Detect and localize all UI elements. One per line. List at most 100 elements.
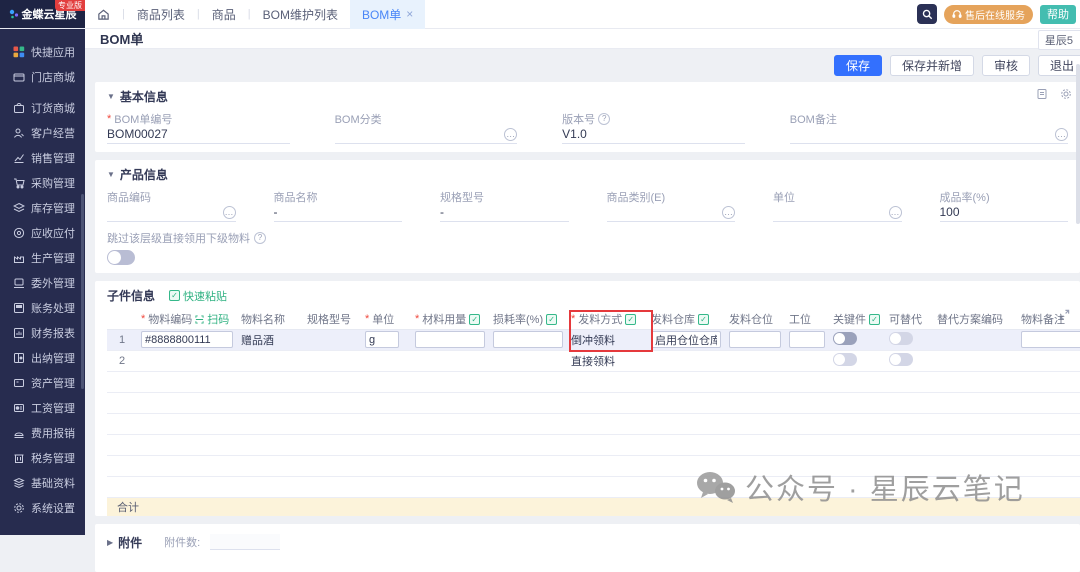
- key-part-toggle[interactable]: [833, 353, 857, 366]
- sidebar-item-base-data[interactable]: 基础资料: [0, 470, 85, 495]
- unit-input[interactable]: [365, 331, 399, 348]
- sidebar-item-outsourcing[interactable]: 委外管理: [0, 270, 85, 295]
- empty-cell: [725, 434, 785, 455]
- bom-remark-input[interactable]: …: [790, 126, 1068, 144]
- empty-cell: [725, 476, 785, 497]
- empty-cell: [1017, 455, 1080, 476]
- sidebar-item-sales[interactable]: 销售管理: [0, 145, 85, 170]
- lookup-icon[interactable]: …: [223, 206, 236, 219]
- batch-fill-icon[interactable]: ✓: [698, 314, 709, 325]
- bom-category-input[interactable]: …: [335, 126, 518, 144]
- tab-close-icon[interactable]: ×: [406, 7, 413, 21]
- lookup-icon[interactable]: …: [1055, 128, 1068, 141]
- substitutable-toggle[interactable]: [889, 353, 913, 366]
- empty-cell: [107, 371, 137, 392]
- content-scrollbar[interactable]: [1076, 64, 1080, 224]
- goods-code-input[interactable]: …: [107, 204, 236, 222]
- field-value: BOM00027: [107, 127, 168, 141]
- material-remark-input[interactable]: [1021, 331, 1080, 348]
- unit-input[interactable]: …: [773, 204, 902, 222]
- sidebar-item-order-mall[interactable]: 订货商城: [0, 95, 85, 120]
- help-icon[interactable]: ?: [254, 232, 266, 244]
- sidebar-item-payroll[interactable]: 工资管理: [0, 395, 85, 420]
- sidebar-item-finance-report[interactable]: 财务报表: [0, 320, 85, 345]
- sidebar-item-system-settings[interactable]: 系统设置: [0, 495, 85, 520]
- lookup-icon[interactable]: …: [504, 128, 517, 141]
- save-button[interactable]: 保存: [834, 55, 882, 76]
- batch-fill-icon[interactable]: ✓: [625, 314, 636, 325]
- help-button[interactable]: 帮助: [1040, 5, 1076, 24]
- sidebar-item-asset[interactable]: 资产管理: [0, 370, 85, 395]
- sidebar-item-purchase[interactable]: 采购管理: [0, 170, 85, 195]
- required-mark: *: [415, 313, 419, 325]
- col-issue-method: *发料方式✓: [567, 310, 647, 329]
- purchase-icon: [13, 177, 25, 189]
- sidebar-item-tax[interactable]: 税务管理: [0, 445, 85, 470]
- corner-badge[interactable]: 星辰5: [1038, 30, 1080, 50]
- product-info-title[interactable]: ▼ 产品信息: [107, 166, 1068, 183]
- table-row-empty: [107, 455, 1080, 476]
- workstation-input[interactable]: [789, 331, 825, 348]
- app-logo: 金蝶云星辰 专业版: [0, 0, 85, 28]
- lookup-icon[interactable]: …: [722, 206, 735, 219]
- sidebar-item-customer[interactable]: 客户经营: [0, 120, 85, 145]
- expand-icon[interactable]: ▶: [107, 538, 113, 547]
- collapse-icon[interactable]: ▼: [107, 92, 115, 101]
- tab-goods[interactable]: 商品: [200, 0, 248, 29]
- tab-bom-form[interactable]: BOM单 ×: [350, 0, 425, 29]
- sidebar-item-inventory[interactable]: 库存管理: [0, 195, 85, 220]
- yield-input[interactable]: 100: [940, 204, 1069, 222]
- loss-rate-input[interactable]: [493, 331, 563, 348]
- sidebar-item-receivable-payable[interactable]: 应收应付: [0, 220, 85, 245]
- batch-fill-icon[interactable]: ✓: [546, 314, 557, 325]
- spec-model-field: 规格型号 -: [440, 190, 569, 222]
- empty-cell: [361, 413, 411, 434]
- empty-cell: [933, 371, 1017, 392]
- key-part-toggle[interactable]: [833, 332, 857, 345]
- sidebar-item-accounting[interactable]: 账务处理: [0, 295, 85, 320]
- bom-number-input[interactable]: BOM00027: [107, 126, 290, 144]
- tab-bom-list[interactable]: BOM维护列表: [251, 0, 350, 29]
- lookup-icon[interactable]: …: [889, 206, 902, 219]
- collapse-icon[interactable]: ▼: [107, 170, 115, 179]
- issue-position-input[interactable]: [729, 331, 781, 348]
- scan-link[interactable]: 扫码: [195, 311, 229, 327]
- material-code-cell[interactable]: [137, 350, 237, 371]
- material-code-input[interactable]: [141, 331, 233, 348]
- quick-paste-link[interactable]: ✓ 快速粘贴: [169, 288, 227, 304]
- save-and-new-button[interactable]: 保存并新增: [890, 55, 974, 76]
- attachment-row: ▶ 附件 附件数:: [107, 530, 1068, 551]
- exit-button[interactable]: 退出: [1038, 55, 1080, 76]
- attachment-count-input[interactable]: [210, 534, 280, 550]
- search-icon[interactable]: [917, 4, 937, 24]
- goods-class-input[interactable]: …: [607, 204, 736, 222]
- home-icon[interactable]: [85, 8, 122, 21]
- basic-info-title[interactable]: ▼ 基本信息: [107, 88, 1068, 105]
- col-material-name: 物料名称: [237, 310, 303, 329]
- sidebar-scrollbar[interactable]: [81, 194, 84, 389]
- sidebar-item-cashier[interactable]: 出纳管理: [0, 345, 85, 370]
- after-sales-service-button[interactable]: 售后在线服务: [944, 5, 1033, 24]
- empty-cell: [411, 413, 489, 434]
- issue-method-cell[interactable]: 倒冲领料: [567, 329, 647, 350]
- attachment-title[interactable]: ▶ 附件: [107, 534, 142, 551]
- help-button-label: 帮助: [1047, 6, 1069, 22]
- sidebar-item-store-mall[interactable]: 门店商城: [0, 64, 85, 89]
- version-input[interactable]: V1.0: [562, 126, 745, 144]
- document-icon[interactable]: [1036, 88, 1048, 100]
- audit-button[interactable]: 审核: [982, 55, 1030, 76]
- substitutable-toggle[interactable]: [889, 332, 913, 345]
- skip-level-toggle[interactable]: [107, 250, 135, 265]
- tab-goods-list[interactable]: 商品列表: [125, 0, 197, 29]
- sidebar-item-quick-apps[interactable]: 快捷应用: [0, 39, 85, 64]
- material-usage-input[interactable]: [415, 331, 485, 348]
- key-part-cell: [829, 329, 885, 350]
- issue-warehouse-input[interactable]: [651, 331, 721, 348]
- issue-method-cell[interactable]: 直接领料: [567, 350, 647, 371]
- help-icon[interactable]: ?: [598, 113, 610, 125]
- gear-icon[interactable]: [1060, 88, 1072, 100]
- batch-fill-icon[interactable]: ✓: [869, 314, 880, 325]
- sidebar-item-expense[interactable]: 费用报销: [0, 420, 85, 445]
- sidebar-item-production[interactable]: 生产管理: [0, 245, 85, 270]
- batch-fill-icon[interactable]: ✓: [469, 314, 480, 325]
